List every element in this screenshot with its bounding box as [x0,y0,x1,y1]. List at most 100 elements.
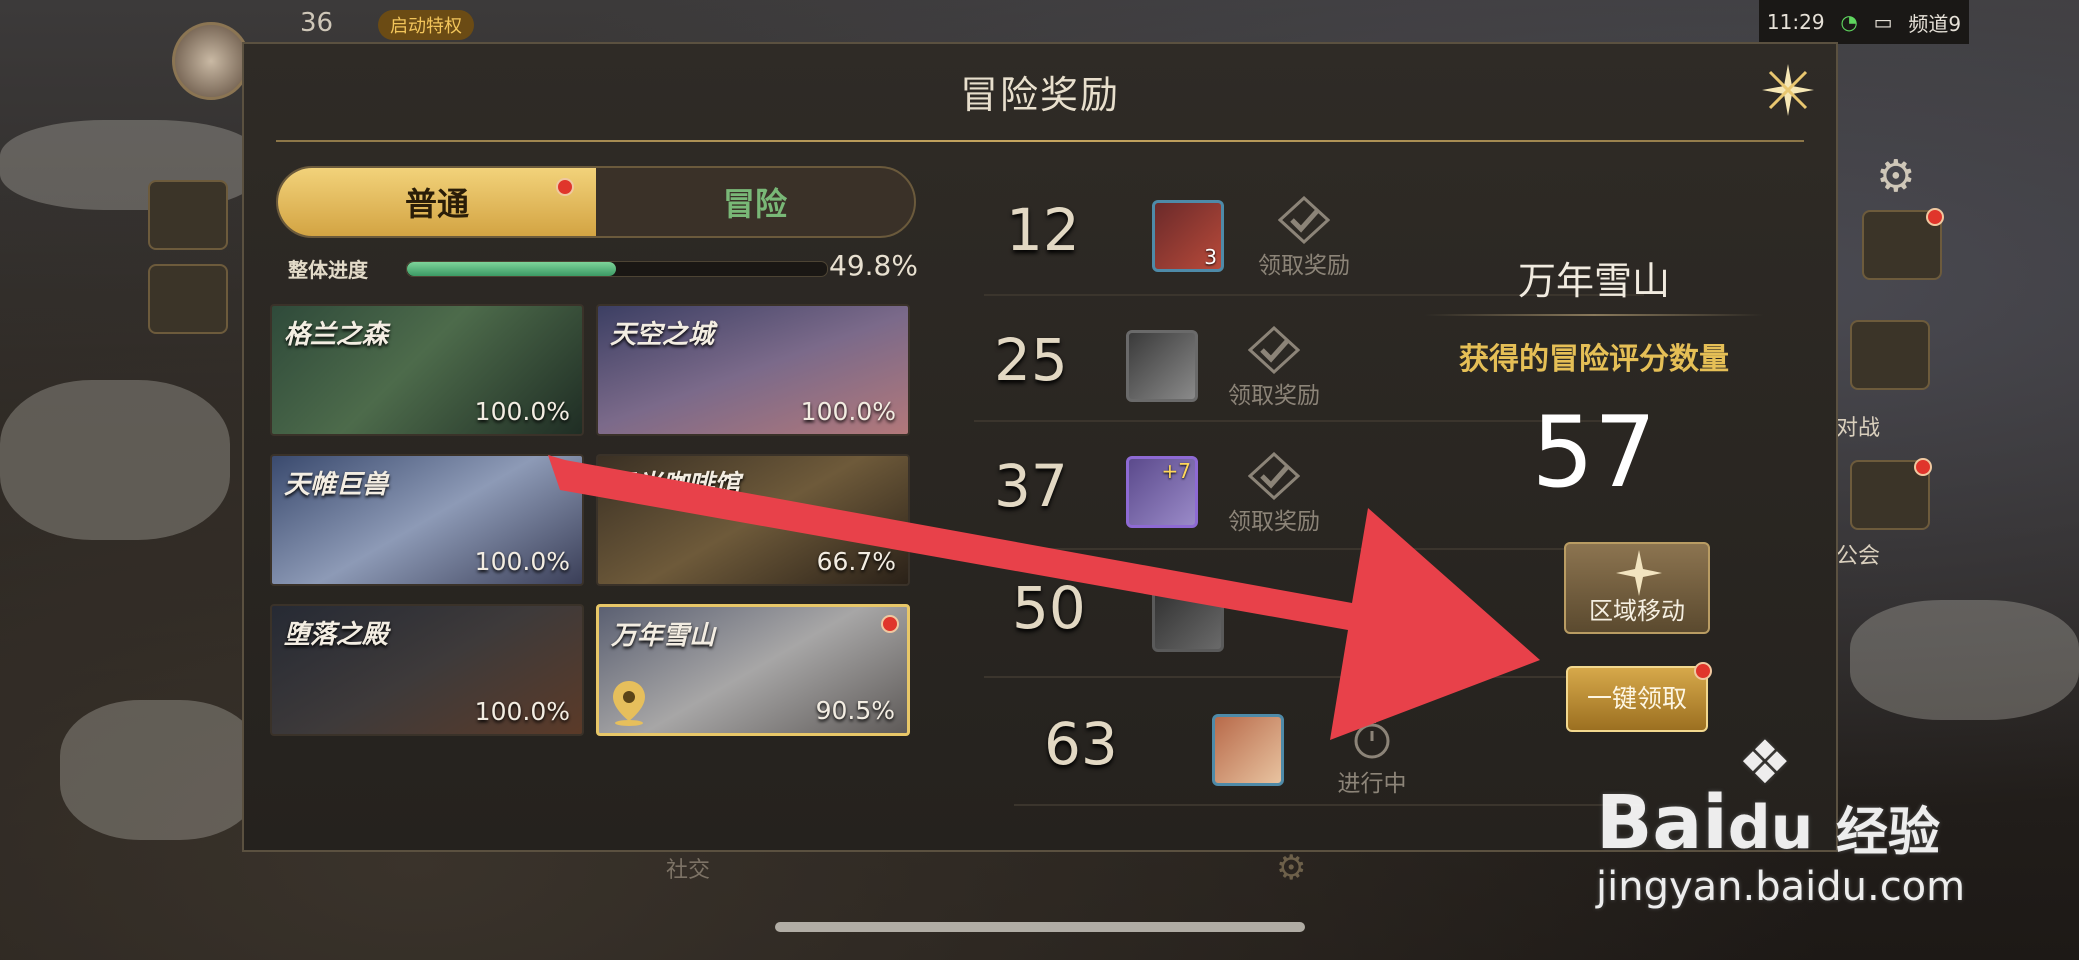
quest-scroll-icon[interactable] [148,180,228,250]
claim-reward-button[interactable]: 领取奖励 [1244,196,1364,280]
reward-threshold: 50 [1012,574,1086,642]
bottom-settings-icon[interactable]: ⚙ [1276,848,1306,888]
in-progress-status: 进行中 [1312,714,1432,798]
map-card-fallen-temple[interactable]: 堕落之殿 100.0% [270,604,584,736]
tab-adventure-label: 冒险 [722,185,787,223]
dialog-title: 冒险奖励 [959,73,1120,117]
reward-threshold: 12 [1006,196,1080,264]
map-percent: 100.0% [474,697,570,726]
reward-threshold: 37 [994,452,1068,520]
check-diamond-icon [1248,326,1300,374]
snow-patch [60,700,260,840]
adventure-reward-dialog: 冒险奖励 普通 冒险 整体进度 49.8% 格兰之森 100.0% 天空之城 1… [242,42,1838,852]
tab-adventure[interactable]: 冒险 [596,168,914,236]
home-indicator [775,922,1305,932]
reward-threshold: 63 [1044,710,1118,778]
map-card-sky-tower[interactable]: 天空之城 100.0% [596,304,910,436]
notification-dot [1926,208,1944,226]
bag-icon[interactable]: 3 [1152,200,1224,272]
guild-icon[interactable] [1850,458,1932,530]
boost-badge[interactable]: 启动特权 [378,10,474,40]
claim-all-button[interactable]: 一键领取 [1566,662,1712,732]
friends-icon[interactable] [148,264,228,334]
reward-row: 63 进行中 [1014,680,1644,806]
settings-gear-icon[interactable]: ⚙ [1876,152,1926,202]
status-label: 进行中 [1337,771,1407,797]
social-label[interactable]: 社交 [666,852,710,884]
map-card-grand-forest[interactable]: 格兰之森 100.0% [270,304,584,436]
notification-dot [1694,662,1712,680]
map-name: 天空之城 [610,320,715,350]
score-count: 57 [1531,396,1657,510]
character-menu-icon[interactable] [1862,208,1944,280]
zone-name: 万年雪山 [1517,259,1670,303]
watermark-url: jingyan.baidu.com [1596,864,1966,910]
overall-progress-bar [406,261,828,277]
map-card-snow-mountain[interactable]: 万年雪山 90.5% [596,604,910,736]
row-divider [974,548,1634,550]
row-divider [984,676,1644,678]
zone-divider [1424,314,1764,316]
zone-move-button[interactable]: 区域移动 [1564,542,1710,634]
stopwatch-icon [1354,718,1390,759]
map-percent: 100.0% [474,397,570,426]
channel-label: 频道9 [1908,11,1962,36]
map-percent: 66.7% [816,547,896,576]
close-button[interactable] [1760,62,1816,118]
map-percent: 90.5% [815,696,895,725]
tab-normal[interactable]: 普通 [278,168,596,236]
map-name: 月光咖啡馆 [610,470,741,500]
progress-label: 整体进度 [288,258,368,282]
notification-dot [556,178,574,196]
close-icon [1762,64,1814,116]
map-name: 格兰之森 [284,320,389,350]
battery-icon: ▭ [1873,10,1893,34]
clock: 11:29 [1766,10,1825,34]
chest-icon[interactable]: +7 [1126,456,1198,528]
box-icon[interactable] [1152,580,1224,652]
row-divider [1014,804,1644,806]
tab-normal-label: 普通 [404,185,469,223]
claim-label: 领取奖励 [1228,509,1320,535]
player-level: 36 [300,8,334,38]
box-icon[interactable] [1126,330,1198,402]
location-pin-icon [613,681,645,726]
check-diamond-icon [1248,452,1300,500]
progress-value: 49.8% [829,249,918,282]
map-percent: 100.0% [800,397,896,426]
item-count: 3 [1204,245,1217,269]
claim-label: 领取奖励 [1228,383,1320,409]
claim-reward-button[interactable]: 领取奖励 [1214,452,1334,536]
tab-switch: 普通 冒险 [276,166,916,238]
player-avatar[interactable] [172,22,250,100]
zone-move-label: 区域移动 [1589,597,1685,625]
watermark-jingyan: 经验 [1836,803,1941,863]
reward-row: 50 [984,552,1644,678]
map-name: 堕落之殿 [284,620,389,650]
claim-label: 领取奖励 [1258,253,1350,279]
wifi-icon: ◔ [1840,10,1858,34]
claim-reward-button[interactable]: 领取奖励 [1214,326,1334,410]
paw-icon: ❖ [1738,728,1792,798]
title-divider [276,140,1804,142]
guild-label: 公会 [1836,544,1881,569]
notification-dot [881,615,899,633]
map-card-behemoth[interactable]: 天帷巨兽 100.0% [270,454,584,586]
notification-dot [1914,458,1932,476]
check-diamond-icon [1278,196,1330,244]
map-card-moonlight-cafe[interactable]: 月光咖啡馆 66.7% [596,454,910,586]
battle-label: 对战 [1836,416,1881,441]
snow-patch [1850,600,2079,720]
map-name: 万年雪山 [611,621,716,651]
map-percent: 100.0% [474,547,570,576]
score-label: 获得的冒险评分数量 [1459,342,1729,377]
item-count: +7 [1161,459,1191,483]
character-icon[interactable] [1212,714,1284,786]
status-bar: 11:29 ◔ ▭ 频道9 [1759,0,1969,44]
map-name: 天帷巨兽 [284,470,389,500]
snow-patch [0,380,230,540]
claim-all-label: 一键领取 [1586,684,1687,713]
reward-threshold: 25 [994,326,1068,394]
progress-fill [407,262,617,276]
battle-icon[interactable] [1850,320,1930,390]
